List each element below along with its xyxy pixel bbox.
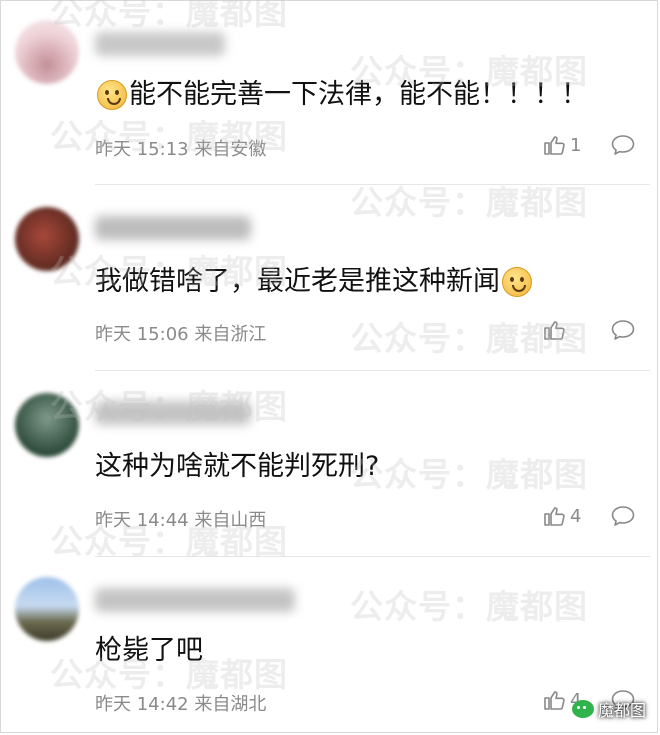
comment-bubble-icon: [611, 506, 635, 526]
comment-time: 昨天 15:13: [95, 139, 189, 160]
comment-time: 昨天 14:42: [95, 694, 189, 715]
comment-actions: [542, 318, 636, 342]
comment-location: 来自浙江: [194, 324, 267, 345]
comment-time: 昨天 14:44: [95, 510, 189, 531]
comment-text-content: 枪毙了吧: [95, 635, 203, 666]
like-button[interactable]: [542, 318, 584, 342]
reply-button[interactable]: [610, 133, 636, 157]
comment-text: 枪毙了吧: [95, 634, 203, 668]
thumbs-up-icon: [544, 136, 565, 155]
avatar[interactable]: [15, 393, 79, 457]
divider: [95, 556, 650, 557]
comment-text: 这种为啥就不能判死刑?: [95, 450, 379, 484]
avatar[interactable]: [15, 577, 79, 641]
thumbs-up-icon: [544, 507, 565, 526]
comment-meta: 昨天 15:13 来自安徽: [95, 135, 266, 161]
divider: [95, 370, 650, 371]
username-blurred[interactable]: [95, 32, 225, 56]
username-blurred[interactable]: [95, 588, 295, 612]
like-button[interactable]: 1: [542, 133, 584, 157]
comment-location: 来自山西: [194, 510, 267, 531]
comment-text-content: 这种为啥就不能判死刑?: [95, 451, 380, 482]
avatar[interactable]: [15, 207, 79, 271]
comment-time: 昨天 15:06: [95, 324, 189, 345]
username-blurred[interactable]: [95, 401, 251, 425]
comment-bubble-icon: [611, 135, 635, 155]
comment-text-content: 能不能完善一下法律，能不能！！！！: [129, 79, 588, 110]
comment-meta: 昨天 14:42 来自湖北: [95, 690, 266, 716]
like-count: 4: [570, 505, 582, 527]
brand-name: 魔都图: [597, 701, 646, 720]
comment-actions: 1: [542, 133, 636, 157]
comment-meta: 昨天 14:44 来自山西: [95, 506, 266, 532]
comment-text: 能不能完善一下法律，能不能！！！！: [95, 78, 588, 112]
comment-location: 来自湖北: [194, 694, 267, 715]
comment-text-content: 我做错啥了，最近老是推这种新闻: [95, 266, 500, 297]
comment-location: 来自安徽: [194, 139, 267, 160]
username-blurred[interactable]: [95, 216, 251, 240]
comment-text: 我做错啥了，最近老是推这种新闻: [95, 265, 534, 299]
crying-face-icon: [502, 267, 532, 297]
divider: [95, 184, 650, 185]
comment-bubble-icon: [611, 320, 635, 340]
like-button[interactable]: 4: [542, 504, 584, 528]
wechat-icon: [571, 700, 594, 718]
pleading-face-icon: [97, 80, 127, 110]
avatar[interactable]: [15, 20, 79, 84]
thumbs-up-icon: [544, 691, 565, 710]
reply-button[interactable]: [610, 318, 636, 342]
comment-meta: 昨天 15:06 来自浙江: [95, 320, 266, 346]
thumbs-up-icon: [544, 321, 565, 340]
like-count: 1: [570, 134, 582, 156]
brand-badge: 魔都图: [571, 697, 646, 721]
reply-button[interactable]: [610, 504, 636, 528]
comment-actions: 4: [542, 504, 636, 528]
